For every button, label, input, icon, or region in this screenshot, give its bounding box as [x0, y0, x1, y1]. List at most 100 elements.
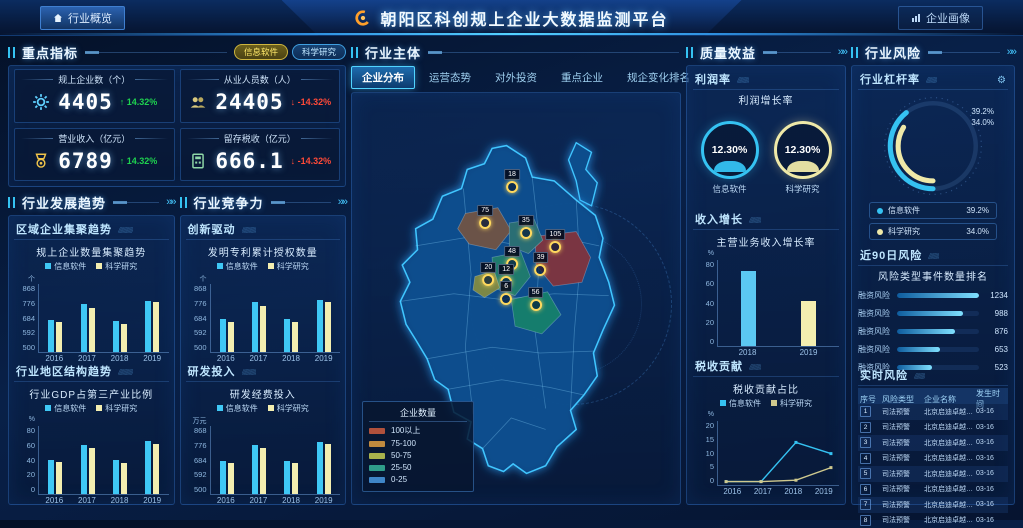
map-marker[interactable]: 18 — [504, 169, 520, 193]
nav-industry-overview[interactable]: 行业概览 — [40, 6, 125, 30]
rnd-sub-head: 研发投入 //////////// — [186, 360, 341, 382]
chart-title: 行业GDP占第三产业比例 — [14, 386, 169, 401]
hatch-decoration: ////////// — [749, 363, 761, 372]
map-marker[interactable]: 56 — [528, 287, 544, 311]
filter-pill-信息软件[interactable]: 信息软件 — [234, 44, 288, 60]
bar — [801, 301, 816, 346]
hatch-decoration: //////////// — [118, 368, 133, 377]
rnd-section: 研发投入 //////////// 研发经费投入信息软件科学研究万元868776… — [186, 360, 341, 502]
table-row[interactable]: 2司法预警北京启迪卓越科技有限公司03-16 — [858, 420, 1008, 436]
tab-对外投资[interactable]: 对外投资 — [485, 67, 547, 88]
tab-运营态势[interactable]: 运营态势 — [419, 67, 481, 88]
gauge-circle: 12.30% — [701, 121, 759, 179]
x-tick: 2018 — [784, 487, 802, 496]
plot-area — [210, 284, 341, 353]
sub-title: 研发投入 — [188, 363, 236, 379]
table-row[interactable]: 8司法预警北京启迪卓越科技有限公司03-16 — [858, 513, 1008, 528]
legend-label: 科学研究 — [888, 226, 920, 237]
table-row[interactable]: 3司法预警北京启迪卓越科技有限公司03-16 — [858, 435, 1008, 451]
bar-group-2019 — [317, 300, 331, 352]
table-row[interactable]: 6司法预警北京启迪卓越科技有限公司03-16 — [858, 482, 1008, 498]
y-tick: 500 — [194, 343, 207, 352]
leverage-gauge: 39.2%34.0% — [858, 90, 1008, 202]
row-risk-type: 司法预警 — [882, 438, 922, 448]
nav-enterprise-profile[interactable]: 企业画像 — [898, 6, 983, 30]
risk-panel: 行业杠杆率 ///////// ⚙ 39.2%34.0% 信息软件39.2%科学… — [851, 65, 1015, 505]
table-header-cell: 企业名称 — [924, 394, 974, 405]
table-row[interactable]: 7司法预警北京启迪卓越科技有限公司03-16 — [858, 497, 1008, 513]
chart-title: 主营业务收入增长率 — [693, 234, 839, 249]
competitiveness-column: 行业竞争力 »» 创新驱动 //////////// 发明专利累计授权数量信息软… — [180, 191, 347, 505]
expand-arrow-icon[interactable]: »» — [1007, 46, 1015, 58]
legend-swatch — [369, 453, 385, 459]
profit-gauges: 12.30% 信息软件 12.30%科学研究 — [693, 108, 839, 208]
row-risk-type: 司法预警 — [882, 453, 922, 463]
bar-group-2018 — [741, 271, 756, 346]
legend-label: 50-75 — [391, 451, 411, 460]
row-time: 03-16 — [976, 486, 1006, 493]
x-tick: 2019 — [143, 496, 161, 505]
gauge-label: 信息软件 — [712, 183, 746, 195]
y-axis-unit: 个 — [200, 274, 207, 284]
stat-cards-grid: 规上企业数（个）4405↑ 14.32%从业人员数（人）24405↓ -14.3… — [8, 65, 346, 187]
map-marker[interactable]: 75 — [477, 205, 493, 229]
y-tick: 20 — [27, 470, 35, 479]
bar-chart-icon — [911, 13, 921, 23]
realtime-sub-head: 实时风险 ///////// — [858, 364, 1008, 386]
nav-left-label: 行业概览 — [68, 10, 112, 26]
risk-bar-track — [897, 311, 979, 316]
trend-sub-head-2: 行业地区结构趋势 //////////// — [14, 360, 169, 382]
map-marker[interactable]: 35 — [518, 215, 534, 239]
map-legend-item: 25-50 — [369, 463, 467, 472]
stat-card: 规上企业数（个）4405↑ 14.32% — [14, 69, 175, 123]
row-company: 北京启迪卓越科技有限公司 — [924, 484, 974, 494]
y-tick: 0 — [710, 337, 714, 346]
gauge-科学研究: 12.30%科学研究 — [774, 121, 832, 195]
table-row[interactable]: 1司法预警北京启迪卓越科技有限公司03-16 — [858, 404, 1008, 420]
row-company: 北京启迪卓越科技有限公司 — [924, 438, 974, 448]
section-bars-icon — [851, 47, 860, 58]
bar — [48, 460, 54, 494]
map-marker[interactable]: 39 — [533, 252, 549, 276]
filter-pill-科学研究[interactable]: 科学研究 — [292, 44, 346, 60]
y-tick: 592 — [194, 328, 207, 337]
y-tick: 500 — [22, 343, 35, 352]
bar — [228, 463, 234, 494]
profit-sub-head: 利润率 ////////// — [693, 68, 839, 90]
risk-bar-value: 988 — [984, 309, 1008, 318]
map-marker[interactable]: 105 — [546, 229, 566, 253]
chart-title: 规上企业数量集聚趋势 — [14, 244, 169, 259]
bar — [81, 445, 87, 494]
bar — [292, 463, 298, 494]
tax-sub-head: 税收贡献 ////////// — [693, 355, 839, 377]
table-row[interactable]: 5司法预警北京启迪卓越科技有限公司03-16 — [858, 466, 1008, 482]
tab-重点企业[interactable]: 重点企业 — [551, 67, 613, 88]
expand-arrow-icon[interactable]: »» — [838, 46, 846, 58]
y-tick: 500 — [194, 485, 207, 494]
expand-arrow-icon[interactable]: »» — [166, 196, 174, 208]
expand-arrow-icon[interactable]: »» — [338, 196, 346, 208]
income-growth-chart: 主营业务收入增长率%80604020020182019 — [693, 230, 839, 355]
chart-title: 发明专利累计授权数量 — [186, 244, 341, 259]
bar — [121, 324, 127, 352]
y-tick: 592 — [22, 328, 35, 337]
map-marker[interactable]: 20 — [481, 262, 497, 286]
risk-bar-track — [897, 347, 979, 352]
tab-企业分布[interactable]: 企业分布 — [351, 66, 415, 89]
left-column: 重点指标 信息软件科学研究 规上企业数（个）4405↑ 14.32%从业人员数（… — [8, 41, 346, 505]
y-axis: 万元868776684592500 — [186, 416, 210, 495]
section-bars-icon — [351, 47, 360, 58]
gauge-wave — [714, 161, 746, 172]
risk-bar-label: 融资风险 — [858, 290, 892, 301]
table-row[interactable]: 4司法预警北京启迪卓越科技有限公司03-16 — [858, 451, 1008, 467]
row-time: 03-16 — [976, 439, 1006, 446]
risk-bar-fill — [897, 347, 940, 352]
y-tick: 776 — [194, 299, 207, 308]
map-marker[interactable]: 6 — [500, 281, 512, 305]
gear-icon[interactable]: ⚙ — [997, 75, 1006, 86]
table-header-row: 序号风险类型企业名称发生时间 — [858, 388, 1008, 404]
realtime-risk-section: 实时风险 ///////// 序号风险类型企业名称发生时间 1司法预警北京启迪卓… — [858, 364, 1008, 502]
risk-bar-row: 融资风险876 — [858, 322, 1008, 340]
sub-title: 利润率 — [695, 71, 731, 87]
risk-bar-value: 653 — [984, 345, 1008, 354]
